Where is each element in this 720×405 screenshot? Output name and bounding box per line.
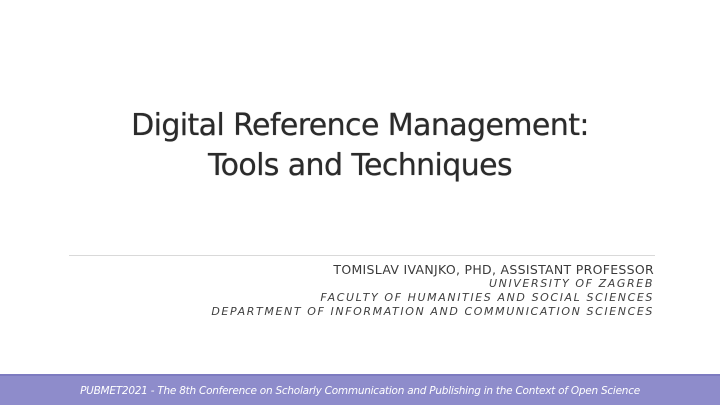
footer-bar: PUBMET2021 - The 8th Conference on Schol… — [0, 374, 720, 405]
title-line-2: Tools and Techniques — [207, 148, 513, 183]
footer-text: PUBMET2021 - The 8th Conference on Schol… — [80, 384, 640, 397]
presentation-slide: Digital Reference Management: Tools and … — [0, 0, 720, 405]
author-line: TOMISLAV IVANJKO, PHD, ASSISTANT PROFESS… — [333, 262, 654, 277]
slide-subtitle: TOMISLAV IVANJKO, PHD, ASSISTANT PROFESS… — [211, 262, 654, 319]
affiliation-faculty: FACULTY OF HUMANITIES AND SOCIAL SCIENCE… — [320, 291, 654, 304]
affiliation-department: DEPARTMENT OF INFORMATION AND COMMUNICAT… — [211, 305, 654, 318]
title-line-1: Digital Reference Management: — [131, 108, 589, 143]
slide-title: Digital Reference Management: Tools and … — [60, 106, 660, 186]
title-divider — [69, 255, 655, 256]
affiliation-university: UNIVERSITY OF ZAGREB — [488, 277, 654, 290]
